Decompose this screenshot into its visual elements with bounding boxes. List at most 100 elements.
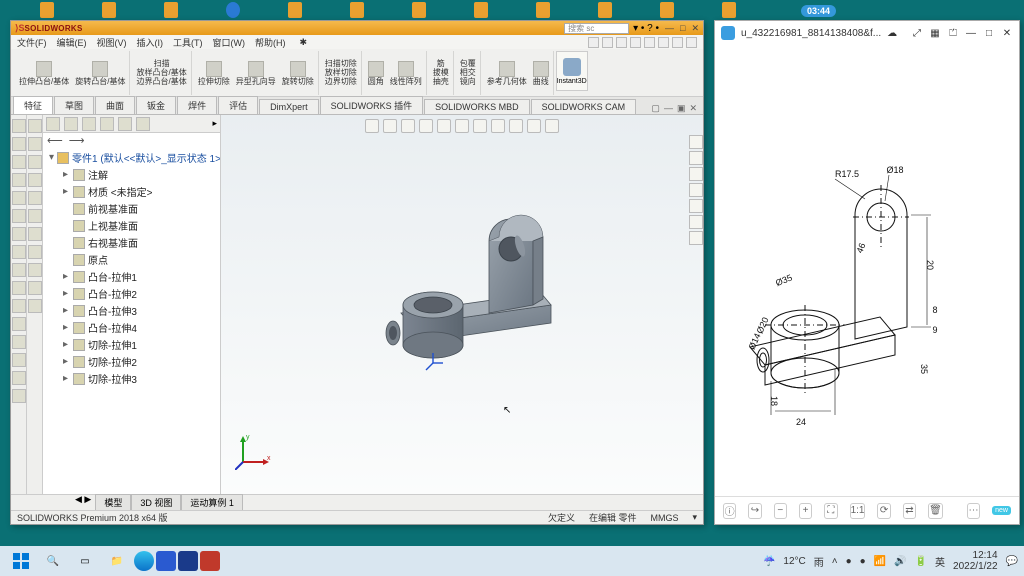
rib-extrude-cut[interactable]: 拉伸切除 xyxy=(198,61,230,86)
bot-tab-model[interactable]: 模型 xyxy=(95,494,131,511)
tool-icon[interactable] xyxy=(12,155,26,169)
file-icon[interactable] xyxy=(412,2,426,18)
file-icon[interactable] xyxy=(350,2,364,18)
iv-zoom-out-icon[interactable]: − xyxy=(774,503,787,519)
taskpane-icon[interactable] xyxy=(689,231,703,245)
taskpane-icon[interactable] xyxy=(689,135,703,149)
tool-icon[interactable] xyxy=(28,155,42,169)
tool-icon[interactable] xyxy=(28,227,42,241)
qat-icon[interactable] xyxy=(658,37,669,48)
rib-revolve-cut[interactable]: 旋转切除 xyxy=(282,61,314,86)
tool-icon[interactable] xyxy=(28,299,42,313)
volume-icon[interactable]: 🔊 xyxy=(894,556,906,567)
start-button[interactable] xyxy=(6,548,36,574)
tool-icon[interactable] xyxy=(12,263,26,277)
iv-expand-icon[interactable]: ⤢ xyxy=(911,27,923,39)
rib-boundary[interactable]: 边界凸台/基体 xyxy=(136,78,186,86)
iv-rotate-icon[interactable]: ⟳ xyxy=(877,503,890,519)
tree-nav-back[interactable]: ⟵ xyxy=(47,134,63,147)
hud-icon[interactable] xyxy=(545,119,559,133)
rib-revolve-boss[interactable]: 旋转凸台/基体 xyxy=(75,61,125,86)
tab-surface[interactable]: 曲面 xyxy=(95,96,135,114)
iv-fit-icon[interactable]: ⛶ xyxy=(824,503,837,519)
close-button[interactable]: ✕ xyxy=(691,23,699,34)
weather-temp[interactable]: 12°C xyxy=(783,556,805,567)
tree-item[interactable]: 原点 xyxy=(45,251,218,268)
tree-item[interactable]: ▸切除-拉伸2 xyxy=(45,353,218,370)
menu-file[interactable]: 文件(F) xyxy=(17,36,47,49)
iv-arrow-icon[interactable]: ↪ xyxy=(748,503,761,519)
tool-icon[interactable] xyxy=(12,119,26,133)
qat-icon[interactable] xyxy=(602,37,613,48)
qat-icon[interactable] xyxy=(616,37,627,48)
rib-intersect[interactable]: 相交 xyxy=(460,69,476,77)
tool-icon[interactable] xyxy=(12,389,26,403)
rib-fillet[interactable]: 圆角 xyxy=(368,61,384,86)
hud-icon[interactable] xyxy=(491,119,505,133)
tool-icon[interactable] xyxy=(28,191,42,205)
tool-icon[interactable] xyxy=(12,353,26,367)
hud-icon[interactable] xyxy=(437,119,451,133)
hud-icon[interactable] xyxy=(383,119,397,133)
tool-icon[interactable] xyxy=(12,209,26,223)
tree-item[interactable]: ▸注解 xyxy=(45,166,218,183)
iv-canvas[interactable]: R17.5 Ø18 46 20 Ø35 8 9 Ø20 Ø14 35 24 18 xyxy=(715,45,1019,496)
tree-item[interactable]: 上视基准面 xyxy=(45,217,218,234)
iv-actual-icon[interactable]: 1:1 xyxy=(850,503,866,519)
iv-delete-icon[interactable]: 🗑 xyxy=(928,503,943,519)
tree-item[interactable]: ▸凸台-拉伸4 xyxy=(45,319,218,336)
tool-icon[interactable] xyxy=(28,173,42,187)
qat-icon[interactable] xyxy=(588,37,599,48)
rib-loft[interactable]: 放样凸台/基体 xyxy=(136,69,186,77)
hud-icon[interactable] xyxy=(527,119,541,133)
tab-mbd[interactable]: SOLIDWORKS MBD xyxy=(424,99,530,114)
tree-item[interactable]: ▸切除-拉伸1 xyxy=(45,336,218,353)
app-icon[interactable] xyxy=(178,551,198,571)
rib-extrude-boss[interactable]: 拉伸凸台/基体 xyxy=(19,61,69,86)
iv-titlebar[interactable]: u_432216981_8814138408&f... ☁ ⤢ ▦ ⏍ — □ … xyxy=(715,21,1019,45)
file-icon[interactable] xyxy=(102,2,116,18)
menu-edit[interactable]: 编辑(E) xyxy=(57,36,87,49)
iv-flip-icon[interactable]: ⇄ xyxy=(903,503,916,519)
tab-evaluate[interactable]: 评估 xyxy=(218,96,258,114)
tree-item[interactable]: ▸切除-拉伸3 xyxy=(45,370,218,387)
tool-icon[interactable] xyxy=(12,173,26,187)
tray-app-icon[interactable]: ● xyxy=(846,556,852,567)
tab-sketch[interactable]: 草图 xyxy=(54,96,94,114)
tool-icon[interactable] xyxy=(12,191,26,205)
iv-max[interactable]: □ xyxy=(983,27,995,39)
hud-icon[interactable] xyxy=(401,119,415,133)
hud-icon[interactable] xyxy=(365,119,379,133)
tab-plugins[interactable]: SOLIDWORKS 插件 xyxy=(320,96,424,114)
rib-sweep[interactable]: 扫描 xyxy=(136,60,186,68)
tool-icon[interactable] xyxy=(28,281,42,295)
rib-loft-cut[interactable]: 放样切除 xyxy=(325,69,357,77)
tool-icon[interactable] xyxy=(28,209,42,223)
tree-item[interactable]: ▸材质 <未指定> xyxy=(45,183,218,200)
battery-icon[interactable]: 🔋 xyxy=(915,556,927,567)
tree-nav-fwd[interactable]: ⟶ xyxy=(69,134,85,147)
explorer-icon[interactable]: 📁 xyxy=(102,548,132,574)
menu-insert[interactable]: 插入(I) xyxy=(137,36,164,49)
hud-icon[interactable] xyxy=(473,119,487,133)
tool-icon[interactable] xyxy=(12,299,26,313)
bot-tab-3dview[interactable]: 3D 视图 xyxy=(131,494,181,511)
tray-time[interactable]: 12:14 xyxy=(973,550,998,561)
iv-pin-icon[interactable]: ⏍ xyxy=(947,27,959,39)
rib-hole-wizard[interactable]: 异型孔向导 xyxy=(236,61,276,86)
file-icon[interactable] xyxy=(226,2,240,18)
tool-icon[interactable] xyxy=(12,245,26,259)
menu-tools[interactable]: 工具(T) xyxy=(173,36,203,49)
iv-share-icon[interactable]: ⋯ xyxy=(967,503,980,519)
file-icon[interactable] xyxy=(474,2,488,18)
tool-icon[interactable] xyxy=(12,317,26,331)
qat-icon[interactable] xyxy=(686,37,697,48)
file-icon[interactable] xyxy=(164,2,178,18)
tab-dimxpert[interactable]: DimXpert xyxy=(259,99,319,114)
iv-min[interactable]: — xyxy=(965,27,977,39)
feature-tree[interactable]: ▾零件1 (默认<<默认>_显示状态 1>) ▸注解▸材质 <未指定>前视基准面… xyxy=(43,147,220,494)
tree-tab-icon[interactable] xyxy=(100,117,114,131)
rib-mirror[interactable]: 镜向 xyxy=(460,78,476,86)
graphics-area[interactable]: yx ↖ xyxy=(221,115,703,494)
file-icon[interactable] xyxy=(536,2,550,18)
